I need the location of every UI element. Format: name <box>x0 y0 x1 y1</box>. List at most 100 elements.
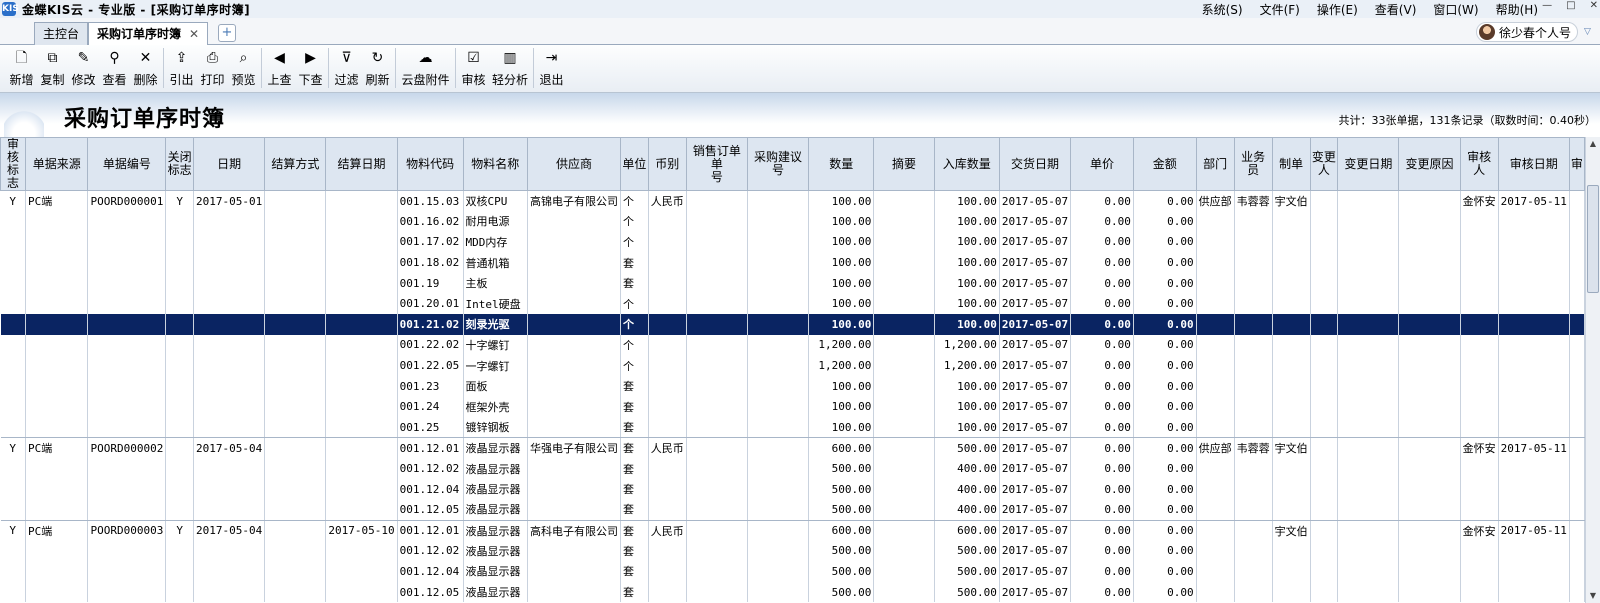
column-header-price[interactable]: 单价 <box>1070 137 1134 191</box>
toolbar-button-new-doc[interactable]: 🗋 新增 <box>6 45 37 91</box>
column-header-extra[interactable]: 审 <box>1568 137 1585 191</box>
cell-qty: 500.00 <box>808 581 875 603</box>
column-header-unit[interactable]: 单位 <box>620 137 649 191</box>
column-header-audit[interactable]: 审核 标志 <box>0 137 26 191</box>
toolbar-separator <box>328 48 329 88</box>
table-row[interactable]: 001.12.04 液晶显示器套 500.00 500.00 2017-05-07 0.0… <box>0 561 1585 582</box>
toolbar-button-edit[interactable]: ✎ 修改 <box>68 45 99 91</box>
tab-purchase-order-journal[interactable]: 采购订单序时簿 ✕ <box>88 22 209 46</box>
column-header-chg_reason[interactable]: 变更原因 <box>1398 137 1461 191</box>
cell-settle_date <box>325 293 398 315</box>
toolbar-button-preview[interactable]: ⌕ 预览 <box>228 45 259 91</box>
column-header-name[interactable]: 物料名称 <box>462 137 529 191</box>
column-header-qty[interactable]: 数量 <box>808 137 875 191</box>
table-row[interactable]: 001.17.02 MDD内存个 100.00 100.00 2017-05-07 0.0… <box>0 231 1585 253</box>
toolbar-button-filter[interactable]: ⊽ 过滤 <box>331 45 362 91</box>
toolbar-button-trace-up[interactable]: ◀ 上查 <box>264 45 295 91</box>
cell-settle <box>264 499 327 521</box>
menu-system[interactable]: 系统(S) <box>1202 1 1243 18</box>
tab-main-console[interactable]: 主控台 <box>34 22 89 45</box>
column-header-closed[interactable]: 关闭 标志 <box>165 137 194 191</box>
toolbar-button-export[interactable]: ⇪ 引出 <box>166 45 197 91</box>
scroll-down-icon[interactable]: ▼ <box>1586 589 1600 603</box>
cell-changer <box>1310 231 1339 253</box>
toolbar-button-label: 修改 <box>71 73 96 87</box>
table-row[interactable]: Y PC端 POORD000002 2017-05-04 001.12.01 液晶显示器华… <box>0 437 1585 459</box>
column-header-settle_date[interactable]: 结算日期 <box>325 137 398 191</box>
table-row[interactable]: 001.12.02 液晶显示器套 500.00 400.00 2017-05-07 0.0… <box>0 458 1585 479</box>
cell-dept <box>1196 478 1235 500</box>
table-row[interactable]: 001.22.02 十字螺钉个 1,200.00 1,200.00 2017-05-07… <box>0 334 1585 356</box>
cell-advice <box>747 437 810 459</box>
toolbar-button-bar-chart[interactable]: ▥ 轻分析 <box>489 45 531 91</box>
toolbar-button-cloud-attachment[interactable]: ☁ 云盘附件 <box>398 45 453 91</box>
menu-view[interactable]: 查看(V) <box>1375 1 1417 18</box>
user-account[interactable]: 徐少春个人号 <box>1475 22 1578 42</box>
menu-operation[interactable]: 操作(E) <box>1317 1 1358 18</box>
column-header-maker[interactable]: 制单 <box>1271 137 1311 191</box>
menu-help[interactable]: 帮助(H) <box>1496 1 1538 18</box>
column-header-src[interactable]: 单据来源 <box>24 137 89 191</box>
table-row-selected[interactable]: 001.21.02 刻录光驱个 100.00 100.00 2017-05-07 0.00… <box>0 314 1585 335</box>
cell-name: 液晶显示器 <box>463 520 529 541</box>
table-row[interactable]: 001.19 主板套 100.00 100.00 2017-05-07 0.00 0.00 <box>0 272 1585 294</box>
cell-no <box>87 478 167 500</box>
column-header-changer[interactable]: 变更 人 <box>1309 137 1339 191</box>
minimize-icon[interactable]: — <box>1542 0 1552 14</box>
menu-file[interactable]: 文件(F) <box>1260 1 1300 18</box>
chevron-down-icon[interactable]: ▽ <box>1584 27 1598 37</box>
table-row[interactable]: 001.22.05 一字螺钉个 1,200.00 1,200.00 2017-05-07… <box>0 355 1585 376</box>
vertical-scrollbar[interactable]: ▲ ▼ <box>1585 137 1600 603</box>
column-header-advice[interactable]: 采购建议号 <box>746 137 810 191</box>
column-header-audit_date[interactable]: 审核日期 <box>1497 137 1570 191</box>
table-row[interactable]: 001.18.02 普通机箱套 100.00 100.00 2017-05-07 0.00… <box>0 252 1585 273</box>
cell-advice <box>747 458 810 479</box>
scroll-thumb[interactable] <box>1587 185 1599 293</box>
scroll-up-icon[interactable]: ▲ <box>1586 137 1600 151</box>
cell-deliv: 2017-05-07 <box>999 334 1072 356</box>
toolbar-button-trace-down[interactable]: ▶ 下查 <box>295 45 326 91</box>
restore-icon[interactable]: □ <box>1566 0 1575 14</box>
table-row[interactable]: 001.12.04 液晶显示器套 500.00 400.00 2017-05-07 0.0… <box>0 478 1585 500</box>
table-row[interactable]: 001.23 面板套 100.00 100.00 2017-05-07 0.00 0.00 <box>0 375 1585 397</box>
column-header-no[interactable]: 单据编号 <box>87 137 167 191</box>
column-header-vendor[interactable]: 供应商 <box>527 137 622 191</box>
table-row[interactable]: 001.25 镀锌钢板套 100.00 100.00 2017-05-07 0.00 0.0… <box>0 417 1585 439</box>
column-header-code[interactable]: 物料代码 <box>396 137 464 191</box>
toolbar-button-exit[interactable]: ⇥ 退出 <box>536 45 567 91</box>
column-header-auditor[interactable]: 审核 人 <box>1459 137 1499 191</box>
table-row[interactable]: 001.16.02 耐用电源个 100.00 100.00 2017-05-07 0.00… <box>0 211 1585 232</box>
cell-closed <box>165 293 194 315</box>
table-row[interactable]: 001.24 框架外壳套 100.00 100.00 2017-05-07 0.00 0.0… <box>0 396 1585 418</box>
toolbar-button-refresh[interactable]: ↻ 刷新 <box>362 45 393 91</box>
cell-date <box>193 252 266 273</box>
table-row[interactable]: 001.20.01 Intel硬盘个 100.00 100.00 2017-05-07 0… <box>0 293 1585 315</box>
column-header-currency[interactable]: 币别 <box>647 137 687 191</box>
column-header-memo[interactable]: 摘要 <box>873 137 935 191</box>
table-row[interactable]: 001.12.05 液晶显示器套 500.00 500.00 2017-05-07 0.0… <box>0 581 1585 603</box>
column-header-clerk[interactable]: 业务 员 <box>1233 137 1273 191</box>
add-tab-icon[interactable]: + <box>218 24 236 42</box>
toolbar-button-audit[interactable]: ☑ 审核 <box>458 45 489 91</box>
toolbar-button-print[interactable]: ⎙ 打印 <box>197 45 228 91</box>
tab-close-icon[interactable]: ✕ <box>189 27 199 41</box>
table-row[interactable]: 001.12.05 液晶显示器套 500.00 400.00 2017-05-07 0.0… <box>0 499 1585 521</box>
column-header-date[interactable]: 日期 <box>192 137 266 191</box>
column-header-deliv[interactable]: 交货日期 <box>998 137 1072 191</box>
table-row[interactable]: Y PC端 POORD000003 Y 2017-05-04 2017-05-10 001.… <box>0 520 1585 541</box>
cell-no: POORD000002 <box>87 437 167 459</box>
table-row[interactable]: 001.12.02 液晶显示器套 500.00 500.00 2017-05-07 0.0… <box>0 540 1585 562</box>
toolbar-button-copy[interactable]: ⧉ 复制 <box>37 45 68 91</box>
column-header-chg_date[interactable]: 变更日期 <box>1337 137 1400 191</box>
column-header-settle[interactable]: 结算方式 <box>264 137 327 191</box>
column-header-in_qty[interactable]: 入库数量 <box>933 137 1000 191</box>
column-header-so_no[interactable]: 销售订单单 号 <box>685 137 748 191</box>
toolbar-button-delete[interactable]: ✕ 删除 <box>130 45 161 91</box>
close-window-icon[interactable]: ✕ <box>1590 0 1598 14</box>
column-header-dept[interactable]: 部门 <box>1195 137 1235 191</box>
table-row[interactable]: Y PC端 POORD000001 Y 2017-05-01 001.15.03 双核CPU… <box>0 190 1585 212</box>
menu-window[interactable]: 窗口(W) <box>1433 1 1478 18</box>
toolbar-button-binoculars[interactable]: ⚲ 查看 <box>99 45 130 91</box>
cell-changer <box>1310 355 1339 376</box>
column-header-amount[interactable]: 金额 <box>1132 137 1197 191</box>
